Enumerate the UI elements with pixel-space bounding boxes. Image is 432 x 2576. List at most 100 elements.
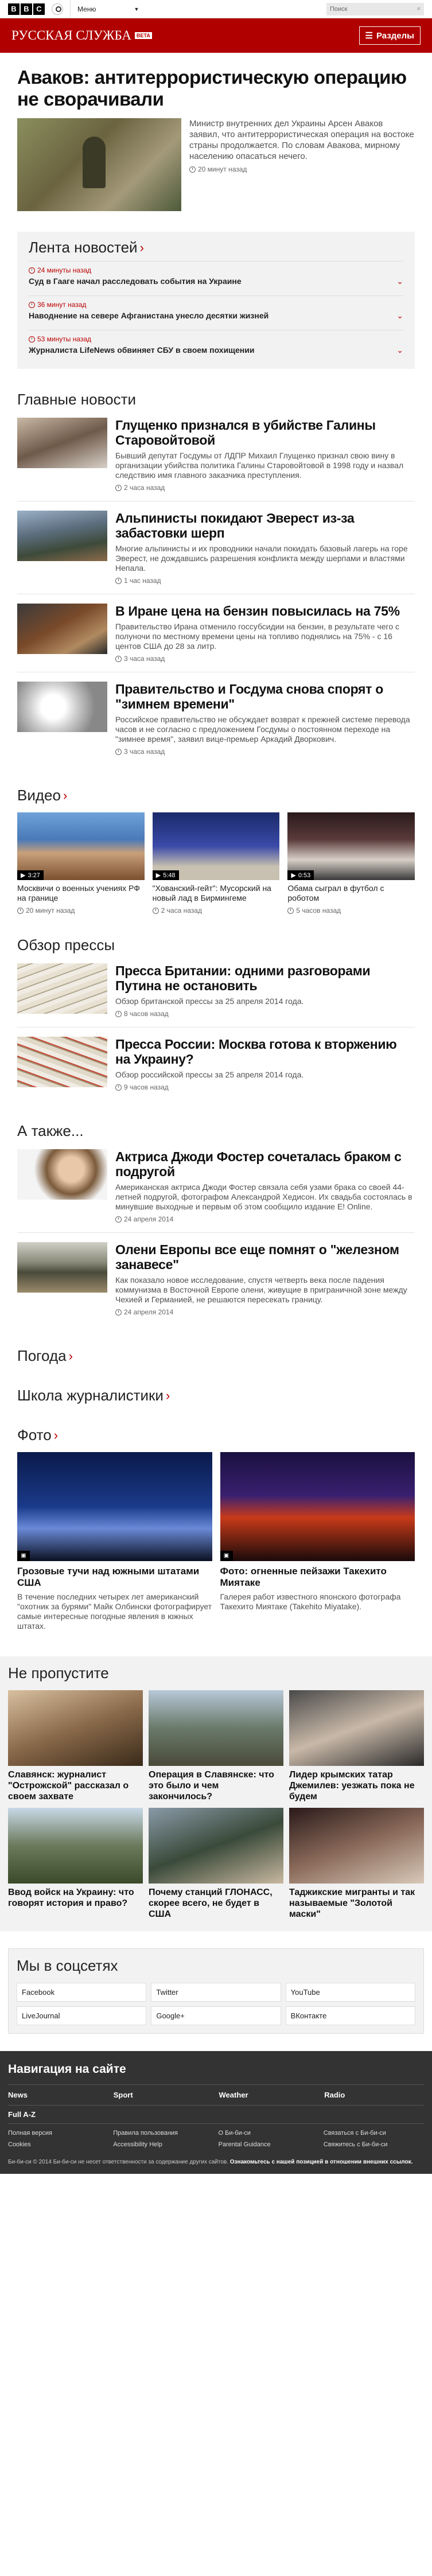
photo-title[interactable]: Грозовые тучи над южными штатами США [17,1566,212,1589]
story-item[interactable]: Олени Европы все еще помнят о "железном … [17,1233,415,1325]
story-title[interactable]: Пресса России: Москва готова к вторжению… [115,1037,415,1067]
weather-title[interactable]: Погода [17,1347,67,1365]
timestamp: 5 часов назад [287,906,415,915]
story-item[interactable]: Пресса Британии: одними разговорами Пути… [17,954,415,1028]
lead-image[interactable] [17,118,181,211]
video-thumbnail[interactable]: ▶ 0:53 [287,812,415,880]
story-title[interactable]: Актриса Джоди Фостер сочеталась браком с… [115,1149,415,1179]
dont-miss-item[interactable]: Ввод войск на Украину: что говорят истор… [8,1808,143,1920]
footer-link[interactable]: Полная версия [8,2130,108,2137]
photo-item[interactable]: ▣ Фото: огненные пейзажи Такехито Миятак… [220,1452,415,1631]
googleplus-link[interactable]: Google+ [151,2006,281,2025]
footer-link[interactable]: Parental Guidance [219,2141,319,2148]
timestamp: 20 минут назад [189,165,415,173]
footer-link[interactable]: Правила пользования [113,2130,213,2137]
story-title[interactable]: Пресса Британии: одними разговорами Пути… [115,963,415,993]
footer-nav-news[interactable]: News [8,2091,108,2099]
story-image[interactable] [17,1037,107,1087]
photo-summary: Галерея работ известного японского фотог… [220,1592,401,1611]
video-item[interactable]: ▶ 0:53 Обама сыграл в футбол с роботом 5 … [287,812,415,915]
search-icon[interactable]: ⌕ [417,5,421,13]
search-input[interactable]: Поиск ⌕ [326,2,424,15]
clock-icon [115,748,122,755]
footer-link[interactable]: Cookies [8,2141,108,2148]
video-title[interactable]: "Хованский-гейт": Мусорский на новый лад… [153,884,280,903]
user-icon[interactable] [52,3,63,15]
bbc-logo[interactable]: B B C [8,3,45,15]
video-thumbnail[interactable]: ▶ 5:48 [152,812,280,880]
dont-miss-item[interactable]: Лидер крымских татар Джемилев: уезжать п… [289,1690,424,1802]
story-item[interactable]: Актриса Джоди Фостер сочеталась браком с… [17,1140,415,1233]
dont-miss-item[interactable]: Почему станций ГЛОНАСС, скорее всего, не… [149,1808,283,1920]
story-title[interactable]: Правительство и Госдума снова спорят о "… [115,682,415,711]
dont-miss-item[interactable]: Славянск: журналист "Острожской" рассказ… [8,1690,143,1802]
youtube-link[interactable]: YouTube [285,1983,415,2002]
story-item[interactable]: Альпинисты покидают Эверест из-за забаст… [17,501,415,594]
video-item[interactable]: ▶ 3:27 Москвичи о военных учениях РФ на г… [17,812,145,915]
footer-link[interactable]: Accessibility Help [113,2141,213,2148]
footer-nav-az[interactable]: Full A-Z [8,2106,424,2124]
story-image[interactable] [17,963,107,1014]
photo-title[interactable]: Фото: огненные пейзажи Такехито Миятаке [220,1566,415,1589]
video-item[interactable]: ▶ 5:48 "Хованский-гейт": Мусорский на нов… [152,812,280,915]
ticker-title[interactable]: Лента новостей › [29,239,403,256]
story-image[interactable] [17,511,107,561]
footer-nav-sport[interactable]: Sport [114,2091,213,2099]
story-item[interactable]: Пресса России: Москва готова к вторжению… [17,1028,415,1100]
service-title[interactable]: РУССКАЯ СЛУЖБА [11,28,131,43]
photo-item[interactable]: ▣ Грозовые тучи над южными штатами США В… [17,1452,212,1631]
clock-icon [189,166,196,173]
facebook-link[interactable]: Facebook [17,1983,147,2002]
story-item[interactable]: Правительство и Госдума снова спорят о "… [17,672,415,765]
section-title[interactable]: Видео › [17,787,415,804]
beta-badge: BETA [135,32,152,39]
story-image[interactable] [17,1149,107,1200]
lead-story[interactable]: Аваков: антитеррористическую операцию не… [17,67,415,211]
footer-link[interactable]: Свяжитесь с Би-би-си [324,2141,424,2148]
journalism-school-link[interactable]: Школа журналистики › [17,1387,415,1404]
footer-nav-weather[interactable]: Weather [219,2091,319,2099]
chevron-down-icon[interactable]: ⌄ [396,345,403,355]
chevron-down-icon[interactable]: ⌄ [396,311,403,321]
chevron-right-icon: › [53,1427,59,1442]
story-title[interactable]: В Иране цена на бензин повысилась на 75% [115,604,415,618]
ticker-item[interactable]: 53 минуты назад Журналиста LifeNews обви… [29,330,403,360]
photo-image[interactable]: ▣ [17,1452,212,1561]
dont-miss-item[interactable]: Операция в Славянске: что это было и чем… [149,1690,283,1802]
story-image[interactable] [17,418,107,468]
story-title[interactable]: Олени Европы все еще помнят о "железном … [115,1242,415,1272]
story-title[interactable]: Глущенко признался в убийстве Галины Ста… [115,418,415,448]
vkontakte-link[interactable]: ВКонтакте [285,2006,415,2025]
ticker-item[interactable]: 36 минут назад Наводнение на севере Афга… [29,295,403,325]
story-title[interactable]: Альпинисты покидают Эверест из-за забаст… [115,511,415,540]
twitter-link[interactable]: Twitter [151,1983,281,2002]
clock-icon [115,577,122,584]
video-title[interactable]: Обама сыграл в футбол с роботом [287,884,415,903]
sections-button[interactable]: ☰ Разделы [359,26,421,45]
ticker-item[interactable]: 24 минуты назад Суд в Гааге начал рассле… [29,261,403,291]
weather-link[interactable]: Погода › [17,1347,415,1365]
video-title[interactable]: Москвичи о военных учениях РФ на границе [17,884,145,903]
footer-link[interactable]: О Би-би-си [219,2130,319,2137]
dont-miss-item[interactable]: Таджикские мигранты и так называемые "Зо… [289,1808,424,1920]
menu-button[interactable]: Меню ▼ [70,0,139,18]
chevron-down-icon[interactable]: ⌄ [396,277,403,286]
story-image[interactable] [17,604,107,654]
external-links-policy[interactable]: Ознакомьтесь с нашей позицией в отношени… [230,2159,413,2165]
video-thumbnail[interactable]: ▶ 3:27 [17,812,145,880]
footer-link[interactable]: Связаться с Би-би-си [324,2130,424,2137]
story-item[interactable]: В Иране цена на бензин повысилась на 75%… [17,594,415,672]
timestamp: 24 апреля 2014 [115,1215,415,1223]
livejournal-link[interactable]: LiveJournal [17,2006,147,2025]
story-item[interactable]: Глущенко признался в убийстве Галины Ста… [17,408,415,501]
story-image[interactable] [17,1242,107,1293]
school-title[interactable]: Школа журналистики [17,1387,164,1404]
lead-title[interactable]: Аваков: антитеррористическую операцию не… [17,67,415,110]
chevron-right-icon: › [139,240,144,255]
story-image[interactable] [17,682,107,732]
section-title[interactable]: Фото › [17,1426,415,1444]
timestamp: 2 часа назад [152,906,280,915]
camera-icon: ▣ [17,1551,30,1561]
footer-nav-radio[interactable]: Radio [324,2091,424,2099]
photo-image[interactable]: ▣ [220,1452,415,1561]
